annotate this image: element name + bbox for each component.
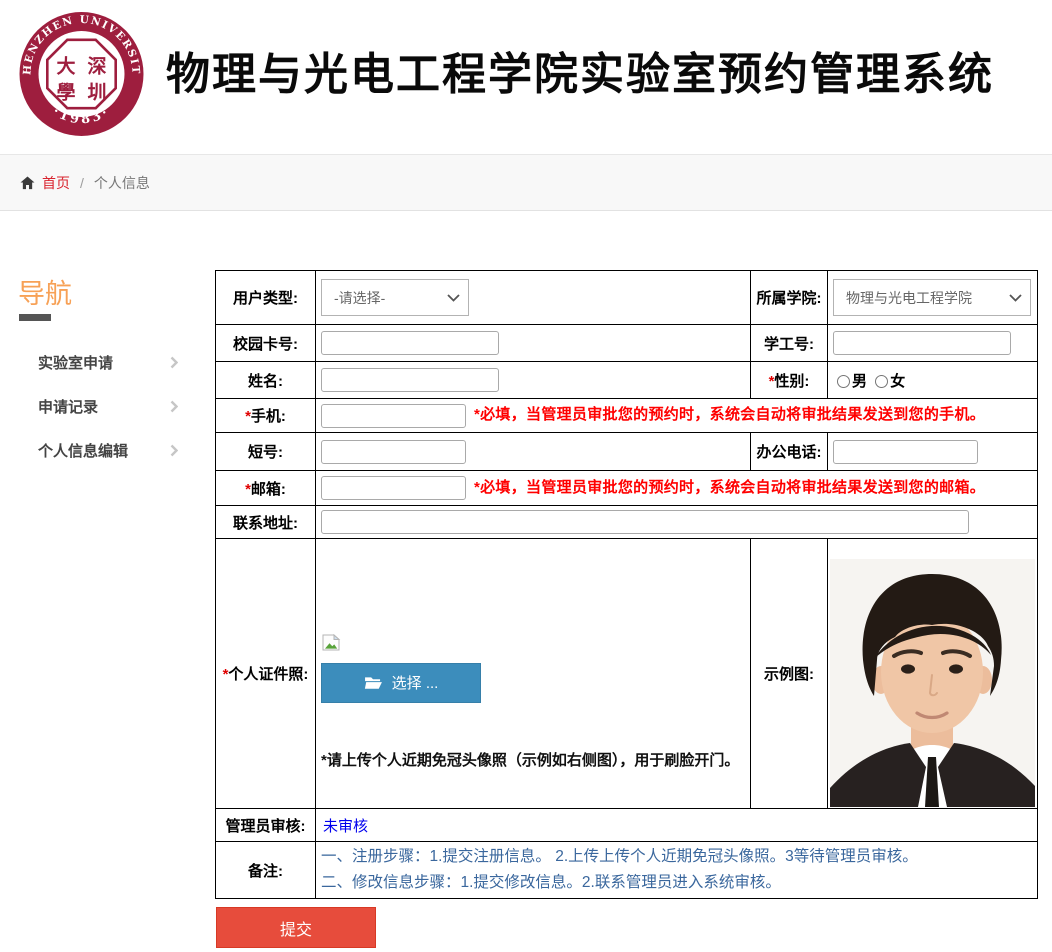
gender-male-radio[interactable] [837, 375, 850, 388]
user-type-label: 用户类型: [216, 271, 316, 325]
college-select[interactable]: 物理与光电工程学院 [833, 279, 1031, 316]
choose-file-label: 选择 ... [392, 672, 439, 693]
chevron-right-icon [170, 444, 178, 457]
submit-button[interactable]: 提交 [216, 907, 376, 948]
remark-line-1: 一、注册步骤：1.提交注册信息。 2.上传上传个人近期免冠头像照。3等待管理员审… [321, 844, 1032, 870]
photo-upload-hint: *请上传个人近期免冠头像照（示例如右侧图），用于刷脸开门。 [321, 749, 745, 770]
university-seal-logo: SHENZHEN UNIVERSITY ·1983· 深 圳 大 學 [18, 8, 145, 140]
address-input[interactable] [321, 510, 969, 534]
name-input[interactable] [321, 368, 499, 392]
office-phone-input[interactable] [833, 440, 978, 464]
folder-open-icon [364, 675, 383, 690]
email-label: 邮箱: [251, 481, 286, 498]
college-label: 所属学院: [751, 271, 828, 325]
name-label: 姓名: [216, 362, 316, 399]
remark-line-2: 二、修改信息步骤：1.提交修改信息。2.联系管理员进入系统审核。 [321, 870, 1032, 896]
breadcrumb-separator: / [80, 175, 84, 191]
remarks-label: 备注: [216, 842, 316, 899]
seal-char-4: 學 [56, 82, 75, 104]
gender-male-label: 男 [852, 373, 867, 390]
user-type-select[interactable]: -请选择- [321, 279, 469, 316]
staff-id-input[interactable] [833, 331, 1011, 355]
mobile-required-note: *必填，当管理员审批您的预约时，系统会自动将审批结果发送到您的手机。 [474, 406, 985, 423]
home-icon [20, 176, 35, 190]
example-portrait-photo [830, 559, 1035, 807]
gender-label: 性别: [774, 373, 809, 390]
choose-file-button[interactable]: 选择 ... [321, 663, 481, 703]
email-required-note: *必填，当管理员审批您的预约时，系统会自动将审批结果发送到您的邮箱。 [474, 479, 985, 496]
sidebar-item-lab-apply[interactable]: 实验室申请 [38, 350, 178, 374]
sidebar-item-label: 申请记录 [38, 396, 98, 417]
email-input[interactable] [321, 476, 466, 500]
sidebar-item-label: 个人信息编辑 [38, 440, 128, 461]
campus-card-label: 校园卡号: [216, 325, 316, 362]
id-photo-label: 个人证件照: [228, 666, 308, 683]
sidebar-title: 导航 [18, 272, 72, 311]
address-label: 联系地址: [216, 506, 316, 539]
seal-char-1: 深 [87, 55, 106, 78]
sidebar-item-label: 实验室申请 [38, 352, 113, 373]
sidebar-item-apply-records[interactable]: 申请记录 [38, 394, 178, 418]
breadcrumb-current: 个人信息 [94, 173, 150, 193]
profile-form-table: 用户类型: -请选择- 所属学院: 物理与光电工程学院 [215, 270, 1038, 899]
staff-id-label: 学工号: [751, 325, 828, 362]
campus-card-input[interactable] [321, 331, 499, 355]
breadcrumb-home-label: 首页 [42, 173, 70, 193]
page: SHENZHEN UNIVERSITY ·1983· 深 圳 大 學 物理与光电… [0, 0, 1052, 952]
example-image-label: 示例图: [751, 539, 828, 809]
gender-female-radio[interactable] [875, 375, 888, 388]
broken-image-icon [322, 634, 341, 651]
seal-char-3: 大 [56, 55, 75, 78]
mobile-label: 手机: [251, 408, 286, 425]
mobile-input[interactable] [321, 404, 466, 428]
chevron-right-icon [170, 356, 178, 369]
breadcrumb: 首页 / 个人信息 [0, 154, 1052, 211]
short-number-label: 短号: [216, 433, 316, 471]
review-status-link[interactable]: 未审核 [323, 818, 368, 835]
chevron-right-icon [170, 400, 178, 413]
office-phone-label: 办公电话: [751, 433, 828, 471]
page-title: 物理与光电工程学院实验室预约管理系统 [166, 38, 994, 102]
gender-female-label: 女 [890, 373, 905, 390]
short-number-input[interactable] [321, 440, 466, 464]
sidebar-item-profile-edit[interactable]: 个人信息编辑 [38, 438, 178, 462]
sidebar-title-rule [19, 314, 51, 321]
breadcrumb-home-link[interactable]: 首页 [20, 173, 70, 193]
admin-review-label: 管理员审核: [216, 809, 316, 842]
seal-char-2: 圳 [87, 82, 106, 104]
